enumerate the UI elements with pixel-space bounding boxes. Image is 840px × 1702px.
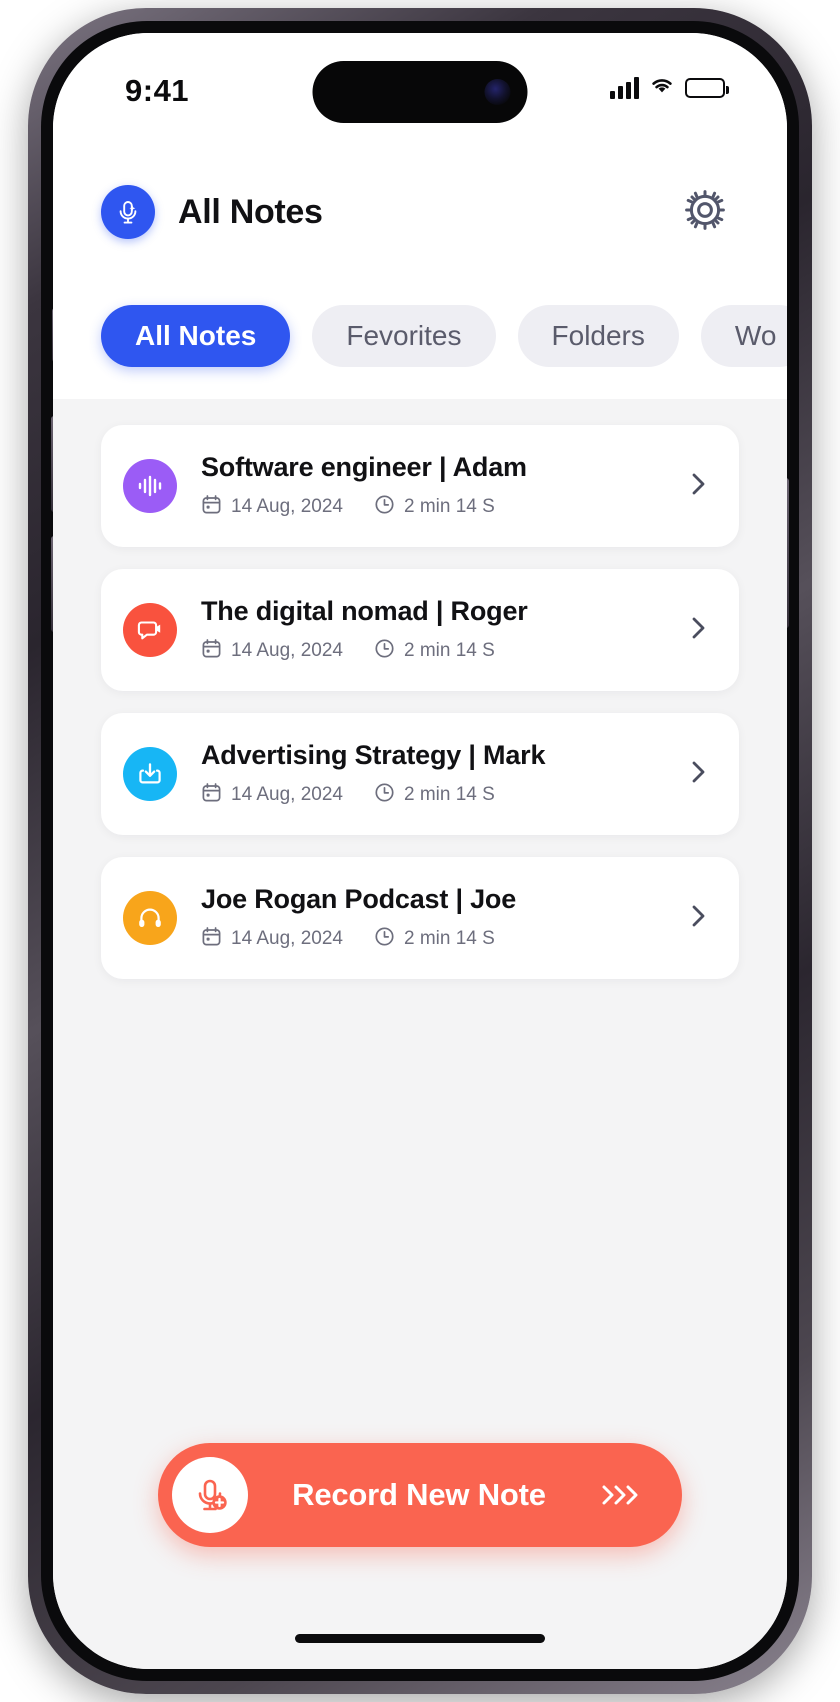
page-title: All Notes <box>178 192 323 231</box>
note-body: The digital nomad | Roger 14 Aug, 2024 2… <box>201 596 671 665</box>
wifi-icon <box>649 75 675 100</box>
note-card[interactable]: Joe Rogan Podcast | Joe 14 Aug, 2024 2 m… <box>101 857 739 979</box>
note-date: 14 Aug, 2024 <box>231 928 343 949</box>
dynamic-island <box>312 61 528 123</box>
note-duration: 2 min 14 S <box>404 496 495 517</box>
note-body: Software engineer | Adam 14 Aug, 2024 2 … <box>201 452 671 521</box>
chevron-right-icon[interactable] <box>683 469 713 504</box>
note-card[interactable]: The digital nomad | Roger 14 Aug, 2024 2… <box>101 569 739 691</box>
tab-all-notes[interactable]: All Notes <box>101 305 291 367</box>
note-meta: 14 Aug, 2024 2 min 14 S <box>201 926 671 953</box>
tabs-bar[interactable]: All Notes Fevorites Folders Wo <box>53 273 787 399</box>
chevron-right-icon[interactable] <box>683 613 713 648</box>
phone-screen: 9:41 All Notes All Notes Fevorites Folde… <box>53 33 787 1669</box>
app-header: All Notes <box>53 151 787 273</box>
status-time: 9:41 <box>125 73 190 108</box>
note-duration: 2 min 14 S <box>404 640 495 661</box>
status-indicators <box>610 75 729 100</box>
note-card[interactable]: Software engineer | Adam 14 Aug, 2024 2 … <box>101 425 739 547</box>
note-body: Joe Rogan Podcast | Joe 14 Aug, 2024 2 m… <box>201 884 671 953</box>
chevron-triple-right-icon <box>596 1479 648 1511</box>
note-title: Software engineer | Adam <box>201 451 527 482</box>
chevron-right-icon[interactable] <box>683 757 713 792</box>
note-meta: 14 Aug, 2024 2 min 14 S <box>201 782 671 809</box>
record-new-note-button[interactable]: Record New Note <box>158 1443 682 1547</box>
clock-icon <box>374 638 395 665</box>
status-bar: 9:41 <box>53 33 787 151</box>
note-body: Advertising Strategy | Mark 14 Aug, 2024… <box>201 740 671 809</box>
front-camera-icon <box>484 79 511 105</box>
settings-button[interactable] <box>679 186 731 238</box>
note-card[interactable]: Advertising Strategy | Mark 14 Aug, 2024… <box>101 713 739 835</box>
tab-work[interactable]: Wo <box>700 305 787 367</box>
audio-waveform-icon <box>123 459 177 513</box>
microphone-plus-icon <box>172 1457 248 1533</box>
tab-folders[interactable]: Folders <box>517 305 679 367</box>
note-date: 14 Aug, 2024 <box>231 784 343 805</box>
clock-icon <box>374 782 395 809</box>
chevron-right-icon[interactable] <box>683 901 713 936</box>
clock-icon <box>374 494 395 521</box>
phone-bezel: 9:41 All Notes All Notes Fevorites Folde… <box>41 21 799 1681</box>
note-duration: 2 min 14 S <box>404 784 495 805</box>
calendar-icon <box>201 926 222 953</box>
headphones-icon <box>123 891 177 945</box>
record-button-label: Record New Note <box>292 1477 546 1512</box>
battery-full-icon <box>685 77 729 98</box>
clock-icon <box>374 926 395 953</box>
video-chat-bubble-icon <box>123 603 177 657</box>
cellular-signal-icon <box>610 76 639 99</box>
note-title: The digital nomad | Roger <box>201 595 528 626</box>
gear-icon <box>682 187 728 238</box>
note-meta: 14 Aug, 2024 2 min 14 S <box>201 638 671 665</box>
calendar-icon <box>201 782 222 809</box>
microphone-sparkle-icon <box>101 185 155 239</box>
phone-frame: 9:41 All Notes All Notes Fevorites Folde… <box>28 8 812 1694</box>
tab-fevorites[interactable]: Fevorites <box>312 305 496 367</box>
note-date: 14 Aug, 2024 <box>231 496 343 517</box>
home-indicator[interactable] <box>295 1634 545 1643</box>
note-title: Advertising Strategy | Mark <box>201 739 546 770</box>
note-duration: 2 min 14 S <box>404 928 495 949</box>
note-title: Joe Rogan Podcast | Joe <box>201 883 517 914</box>
calendar-icon <box>201 494 222 521</box>
note-meta: 14 Aug, 2024 2 min 14 S <box>201 494 671 521</box>
import-download-icon <box>123 747 177 801</box>
calendar-icon <box>201 638 222 665</box>
note-date: 14 Aug, 2024 <box>231 640 343 661</box>
